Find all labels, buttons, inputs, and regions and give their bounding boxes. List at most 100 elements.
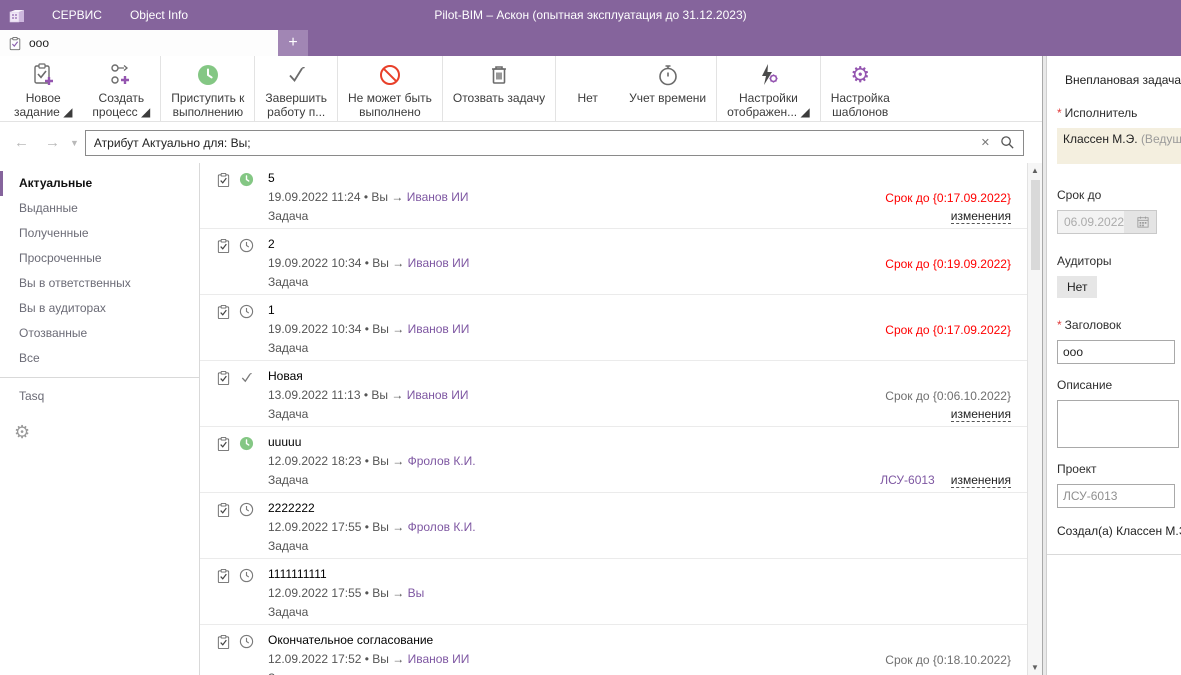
- scrollbar-thumb[interactable]: [1031, 180, 1040, 270]
- history-dropdown-icon[interactable]: ▼: [68, 138, 85, 148]
- cannot-complete-label2: выполнено: [359, 105, 421, 119]
- cannot-complete-label: Не может быть: [348, 91, 432, 105]
- recipient-link[interactable]: Вы: [408, 586, 425, 600]
- status-clock-icon: [239, 568, 254, 583]
- task-type: Задача: [268, 539, 797, 553]
- task-row[interactable]: 1 19.09.2022 10:34 • Вы → Иванов ИИ Зада…: [200, 295, 1027, 361]
- project-input[interactable]: [1057, 484, 1175, 508]
- task-list: 5 19.09.2022 11:24 • Вы → Иванов ИИ Зада…: [200, 163, 1042, 675]
- changes-link[interactable]: изменения: [951, 209, 1011, 224]
- task-row[interactable]: 5 19.09.2022 11:24 • Вы → Иванов ИИ Зада…: [200, 163, 1027, 229]
- task-row[interactable]: uuuuu 12.09.2022 18:23 • Вы → Фролов К.И…: [200, 427, 1027, 493]
- task-meta: 19.09.2022 11:24 • Вы → Иванов ИИ: [268, 190, 797, 204]
- changes-link[interactable]: изменения: [951, 407, 1011, 422]
- sidebar-item-responsible[interactable]: Вы в ответственных: [0, 271, 199, 296]
- task-clipboard-icon: [216, 634, 231, 650]
- forward-arrow-icon[interactable]: →: [37, 134, 68, 151]
- finish-task-label: Завершить: [265, 91, 327, 105]
- task-clipboard-icon: [216, 502, 231, 518]
- recipient-link[interactable]: Фролов К.И.: [408, 520, 476, 534]
- start-task-label: Приступить к: [171, 91, 244, 105]
- due-date: Срок до {0:17.09.2022}: [797, 321, 1011, 339]
- create-process-button[interactable]: Создать процесс ◢: [82, 56, 160, 121]
- task-type: Задача: [268, 671, 797, 675]
- new-task-icon: [30, 62, 56, 88]
- start-task-label2: выполнению: [173, 105, 244, 119]
- recipient-link[interactable]: Иванов ИИ: [407, 190, 469, 204]
- recipient-link[interactable]: Иванов ИИ: [408, 652, 470, 666]
- sidebar-item-actual[interactable]: Актуальные: [0, 171, 199, 196]
- search-input[interactable]: [86, 136, 973, 150]
- description-label: Описание: [1057, 378, 1181, 392]
- sidebar-item-auditor[interactable]: Вы в аудиторах: [0, 296, 199, 321]
- recipient-link[interactable]: Фролов К.И.: [408, 454, 476, 468]
- finish-task-button[interactable]: Завершить работу п...: [254, 56, 337, 121]
- scroll-down-icon[interactable]: ▼: [1031, 660, 1039, 675]
- list-scrollbar[interactable]: ▲ ▼: [1027, 163, 1042, 675]
- status-clock-icon: [239, 634, 254, 649]
- status-check-icon: [239, 370, 254, 385]
- no-button[interactable]: Нет: [555, 56, 619, 121]
- scroll-up-icon[interactable]: ▲: [1031, 163, 1039, 178]
- clear-search-icon[interactable]: ✕: [973, 136, 998, 149]
- sidebar-settings-gear-icon[interactable]: ⚙: [0, 409, 199, 443]
- title-input[interactable]: [1057, 340, 1175, 364]
- status-clock-icon: [239, 304, 254, 319]
- recipient-link[interactable]: Иванов ИИ: [407, 388, 469, 402]
- recipient-link[interactable]: Иванов ИИ: [408, 322, 470, 336]
- templates-settings-label2: шаблонов: [832, 105, 888, 119]
- changes-link[interactable]: изменения: [951, 473, 1011, 488]
- sidebar: Актуальные Выданные Полученные Просрочен…: [0, 163, 200, 675]
- task-row[interactable]: 2222222 12.09.2022 17:55 • Вы → Фролов К…: [200, 493, 1027, 559]
- task-title: Новая: [268, 369, 797, 383]
- back-arrow-icon[interactable]: ←: [6, 134, 37, 151]
- display-settings-button[interactable]: Настройки отображен... ◢: [716, 56, 820, 121]
- task-title: uuuuu: [268, 435, 797, 449]
- start-task-button[interactable]: Приступить к выполнению: [160, 56, 254, 121]
- templates-settings-button[interactable]: ⚙ Настройка шаблонов: [820, 56, 900, 121]
- description-input[interactable]: [1057, 400, 1179, 448]
- due-date-field[interactable]: 06.09.2022: [1057, 210, 1157, 234]
- task-meta: 12.09.2022 17:52 • Вы → Иванов ИИ: [268, 652, 797, 666]
- revoke-task-button[interactable]: Отозвать задачу: [442, 56, 555, 121]
- task-meta: 12.09.2022 18:23 • Вы → Фролов К.И.: [268, 454, 797, 468]
- panel-separator: [1047, 554, 1181, 555]
- sidebar-item-issued[interactable]: Выданные: [0, 196, 199, 221]
- sidebar-item-overdue[interactable]: Просроченные: [0, 246, 199, 271]
- calendar-icon[interactable]: [1124, 211, 1156, 233]
- task-row[interactable]: 1111111111 12.09.2022 17:55 • Вы → Вы За…: [200, 559, 1027, 625]
- task-row[interactable]: 2 19.09.2022 10:34 • Вы → Иванов ИИ Зада…: [200, 229, 1027, 295]
- task-clipboard-icon: [216, 436, 231, 452]
- tab-bar: ooo +: [0, 30, 1181, 56]
- status-clock-green-icon: [239, 172, 254, 187]
- start-clock-icon: [196, 62, 220, 88]
- sidebar-item-received[interactable]: Полученные: [0, 221, 199, 246]
- project-link[interactable]: ЛСУ-6013: [880, 473, 934, 487]
- tab-active[interactable]: ooo: [0, 30, 278, 56]
- recipient-link[interactable]: Иванов ИИ: [408, 256, 470, 270]
- cannot-complete-button[interactable]: Не может быть выполнено: [337, 56, 442, 121]
- time-tracking-button[interactable]: Учет времени: [619, 56, 716, 121]
- due-date-value: 06.09.2022: [1058, 215, 1124, 229]
- status-clock-icon: [239, 238, 254, 253]
- task-title: 5: [268, 171, 797, 185]
- task-meta: 12.09.2022 17:55 • Вы → Фролов К.И.: [268, 520, 797, 534]
- executor-label: *Исполнитель: [1057, 106, 1181, 120]
- search-icon[interactable]: [1000, 135, 1015, 150]
- finish-task-label2: работу п...: [267, 105, 325, 119]
- new-task-button[interactable]: Новое задание ◢: [4, 56, 82, 121]
- menu-object-info[interactable]: Object Info: [116, 0, 202, 30]
- display-settings-icon: [755, 62, 781, 88]
- task-row[interactable]: Новая 13.09.2022 11:13 • Вы → Иванов ИИ …: [200, 361, 1027, 427]
- add-tab-button[interactable]: +: [278, 30, 308, 56]
- finish-check-icon: [284, 62, 308, 88]
- auditors-button[interactable]: Нет: [1057, 276, 1097, 298]
- menu-service[interactable]: СЕРВИС: [38, 0, 116, 30]
- task-row[interactable]: Окончательное согласование 12.09.2022 17…: [200, 625, 1027, 675]
- sidebar-item-revoked[interactable]: Отозванные: [0, 321, 199, 346]
- task-title: 2: [268, 237, 797, 251]
- executor-value[interactable]: Классен М.Э. (Ведущ: [1057, 128, 1181, 164]
- task-type: Задача: [268, 605, 797, 619]
- sidebar-item-all[interactable]: Все: [0, 346, 199, 371]
- sidebar-item-tasq[interactable]: Tasq: [0, 384, 199, 409]
